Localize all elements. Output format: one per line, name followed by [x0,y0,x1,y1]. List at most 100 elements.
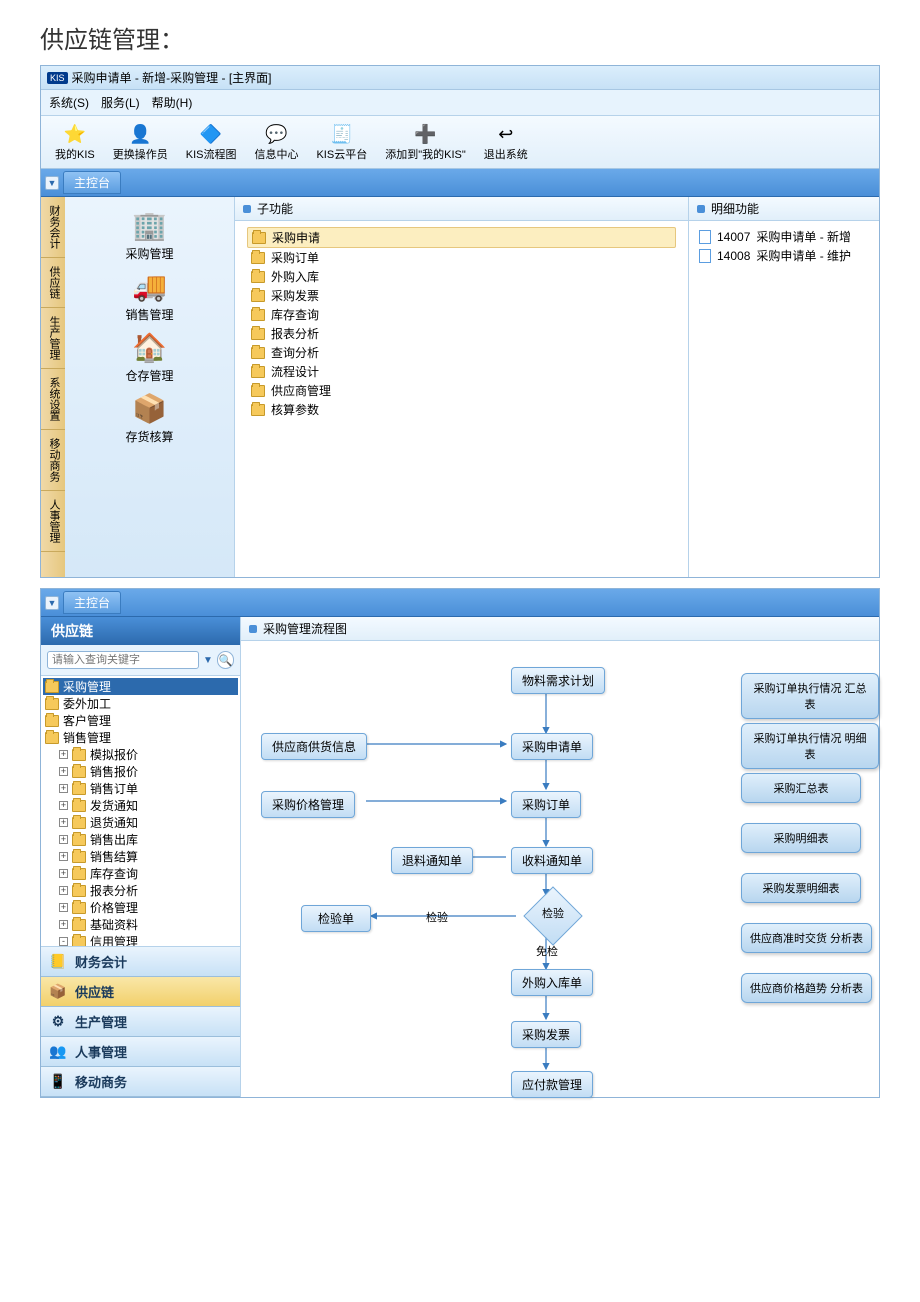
flow-decision-inspect[interactable]: 检验 [523,895,583,931]
report-button[interactable]: 采购汇总表 [741,773,861,803]
vtab-hr[interactable]: 人事管理 [41,491,65,552]
expand-icon[interactable]: + [59,784,68,793]
report-button[interactable]: 采购订单执行情况 明细表 [741,723,879,769]
flow-node-return-notice[interactable]: 退料通知单 [391,847,473,874]
tool-switch-user[interactable]: 👤更换操作员 [105,120,176,164]
flow-node-inspection-sheet[interactable]: 检验单 [301,905,371,932]
tool-flowchart[interactable]: 🔷KIS流程图 [178,120,245,164]
accordion-item[interactable]: 📦供应链 [41,977,240,1007]
console-tab-2[interactable]: 主控台 [63,591,121,614]
flow-canvas: 物料需求计划 供应商供货信息 采购申请单 采购价格管理 采购订单 退料通知单 收… [241,641,879,1099]
tree-node[interactable]: +基础资料 [43,916,238,933]
expand-icon[interactable]: + [59,920,68,929]
search-input[interactable] [47,651,199,669]
accordion-item[interactable]: 👥人事管理 [41,1037,240,1067]
nav-purchase[interactable]: 🏢采购管理 [125,207,173,262]
expand-icon[interactable]: + [59,903,68,912]
tool-my-kis[interactable]: ⭐我的KIS [47,120,103,164]
menu-help[interactable]: 帮助(H) [152,94,193,111]
flow-node-receive-notice[interactable]: 收料通知单 [511,847,593,874]
module-icon: 👥 [49,1043,67,1061]
tree-node[interactable]: 采购管理 [43,678,238,695]
nav-warehouse[interactable]: 🏠仓存管理 [125,329,173,384]
tree-node[interactable]: +销售出库 [43,831,238,848]
tool-info-center[interactable]: 💬信息中心 [246,120,306,164]
menu-service[interactable]: 服务(L) [101,94,140,111]
tree-node[interactable]: +发货通知 [43,797,238,814]
expand-icon[interactable]: + [59,801,68,810]
tree-node[interactable]: +模拟报价 [43,746,238,763]
subpanel-title: 子功能 [257,200,293,217]
expand-icon[interactable]: + [59,886,68,895]
vtab-mobile[interactable]: 移动商务 [41,430,65,491]
dropdown-icon[interactable]: ▼ [45,596,59,610]
sidebar-title: 供应链 [41,617,240,645]
chevron-down-icon[interactable]: ▼ [203,655,213,666]
sub-item[interactable]: 核算参数 [247,400,676,419]
menu-system[interactable]: 系统(S) [49,94,89,111]
search-button[interactable]: 🔍 [217,651,234,669]
tree-node[interactable]: +价格管理 [43,899,238,916]
expand-icon[interactable]: + [59,835,68,844]
flow-node-instock[interactable]: 外购入库单 [511,969,593,996]
sub-item[interactable]: 报表分析 [247,324,676,343]
report-button[interactable]: 供应商准时交货 分析表 [741,923,872,953]
nav-inventory[interactable]: 📦存货核算 [125,390,173,445]
page-icon [699,230,711,244]
accordion-item[interactable]: 📱移动商务 [41,1067,240,1097]
flow-node-purchase-order[interactable]: 采购订单 [511,791,581,818]
sub-item[interactable]: 采购申请 [247,227,676,248]
flow-node-supplier-info[interactable]: 供应商供货信息 [261,733,367,760]
tree-node[interactable]: +销售订单 [43,780,238,797]
report-button[interactable]: 采购订单执行情况 汇总表 [741,673,879,719]
dropdown-icon[interactable]: ▼ [45,176,59,190]
tree-node[interactable]: 客户管理 [43,712,238,729]
tool-add-mykis[interactable]: ➕添加到"我的KIS" [377,120,474,164]
expand-icon[interactable]: + [59,869,68,878]
tree-node[interactable]: -信用管理 [43,933,238,946]
tree-node[interactable]: +销售结算 [43,848,238,865]
console-tab[interactable]: 主控台 [63,171,121,194]
flow-node-invoice[interactable]: 采购发票 [511,1021,581,1048]
tree-node[interactable]: +退货通知 [43,814,238,831]
expand-icon[interactable]: + [59,767,68,776]
vtab-supply[interactable]: 供应链 [41,258,65,308]
tree-node[interactable]: +销售报价 [43,763,238,780]
folder-icon [251,309,265,321]
flow-title: 采购管理流程图 [263,620,347,637]
detail-item[interactable]: 14008采购申请单 - 维护 [697,246,871,265]
flow-node-price-mgmt[interactable]: 采购价格管理 [261,791,355,818]
sub-item[interactable]: 库存查询 [247,305,676,324]
tree-node[interactable]: 委外加工 [43,695,238,712]
tree-node[interactable]: +库存查询 [43,865,238,882]
expand-icon[interactable]: + [59,852,68,861]
tree-node[interactable]: 销售管理 [43,729,238,746]
detail-item[interactable]: 14007采购申请单 - 新增 [697,227,871,246]
accordion-item[interactable]: 📒财务会计 [41,947,240,977]
vtab-system[interactable]: 系统设置 [41,369,65,430]
report-button[interactable]: 采购发票明细表 [741,873,861,903]
flow-node-purchase-request[interactable]: 采购申请单 [511,733,593,760]
accordion-item[interactable]: ⚙生产管理 [41,1007,240,1037]
flow-node-material[interactable]: 物料需求计划 [511,667,605,694]
report-button[interactable]: 供应商价格趋势 分析表 [741,973,872,1003]
expand-icon[interactable]: + [59,818,68,827]
sub-item[interactable]: 采购发票 [247,286,676,305]
window-title: 采购申请单 - 新增-采购管理 - [主界面] [72,69,272,86]
flow-node-payable[interactable]: 应付款管理 [511,1071,593,1098]
tool-cloud[interactable]: 🧾KIS云平台 [308,120,375,164]
expand-icon[interactable]: + [59,750,68,759]
tool-exit[interactable]: ↩退出系统 [476,120,536,164]
vtab-production[interactable]: 生产管理 [41,308,65,369]
vtab-finance[interactable]: 财务会计 [41,197,65,258]
sub-item[interactable]: 采购订单 [247,248,676,267]
nav-sales[interactable]: 🚚销售管理 [125,268,173,323]
sub-item[interactable]: 流程设计 [247,362,676,381]
tree-node[interactable]: +报表分析 [43,882,238,899]
expand-icon[interactable]: - [59,937,68,946]
report-button[interactable]: 采购明细表 [741,823,861,853]
sub-item[interactable]: 供应商管理 [247,381,676,400]
sub-item[interactable]: 外购入库 [247,267,676,286]
sub-item[interactable]: 查询分析 [247,343,676,362]
folder-icon [72,783,86,795]
